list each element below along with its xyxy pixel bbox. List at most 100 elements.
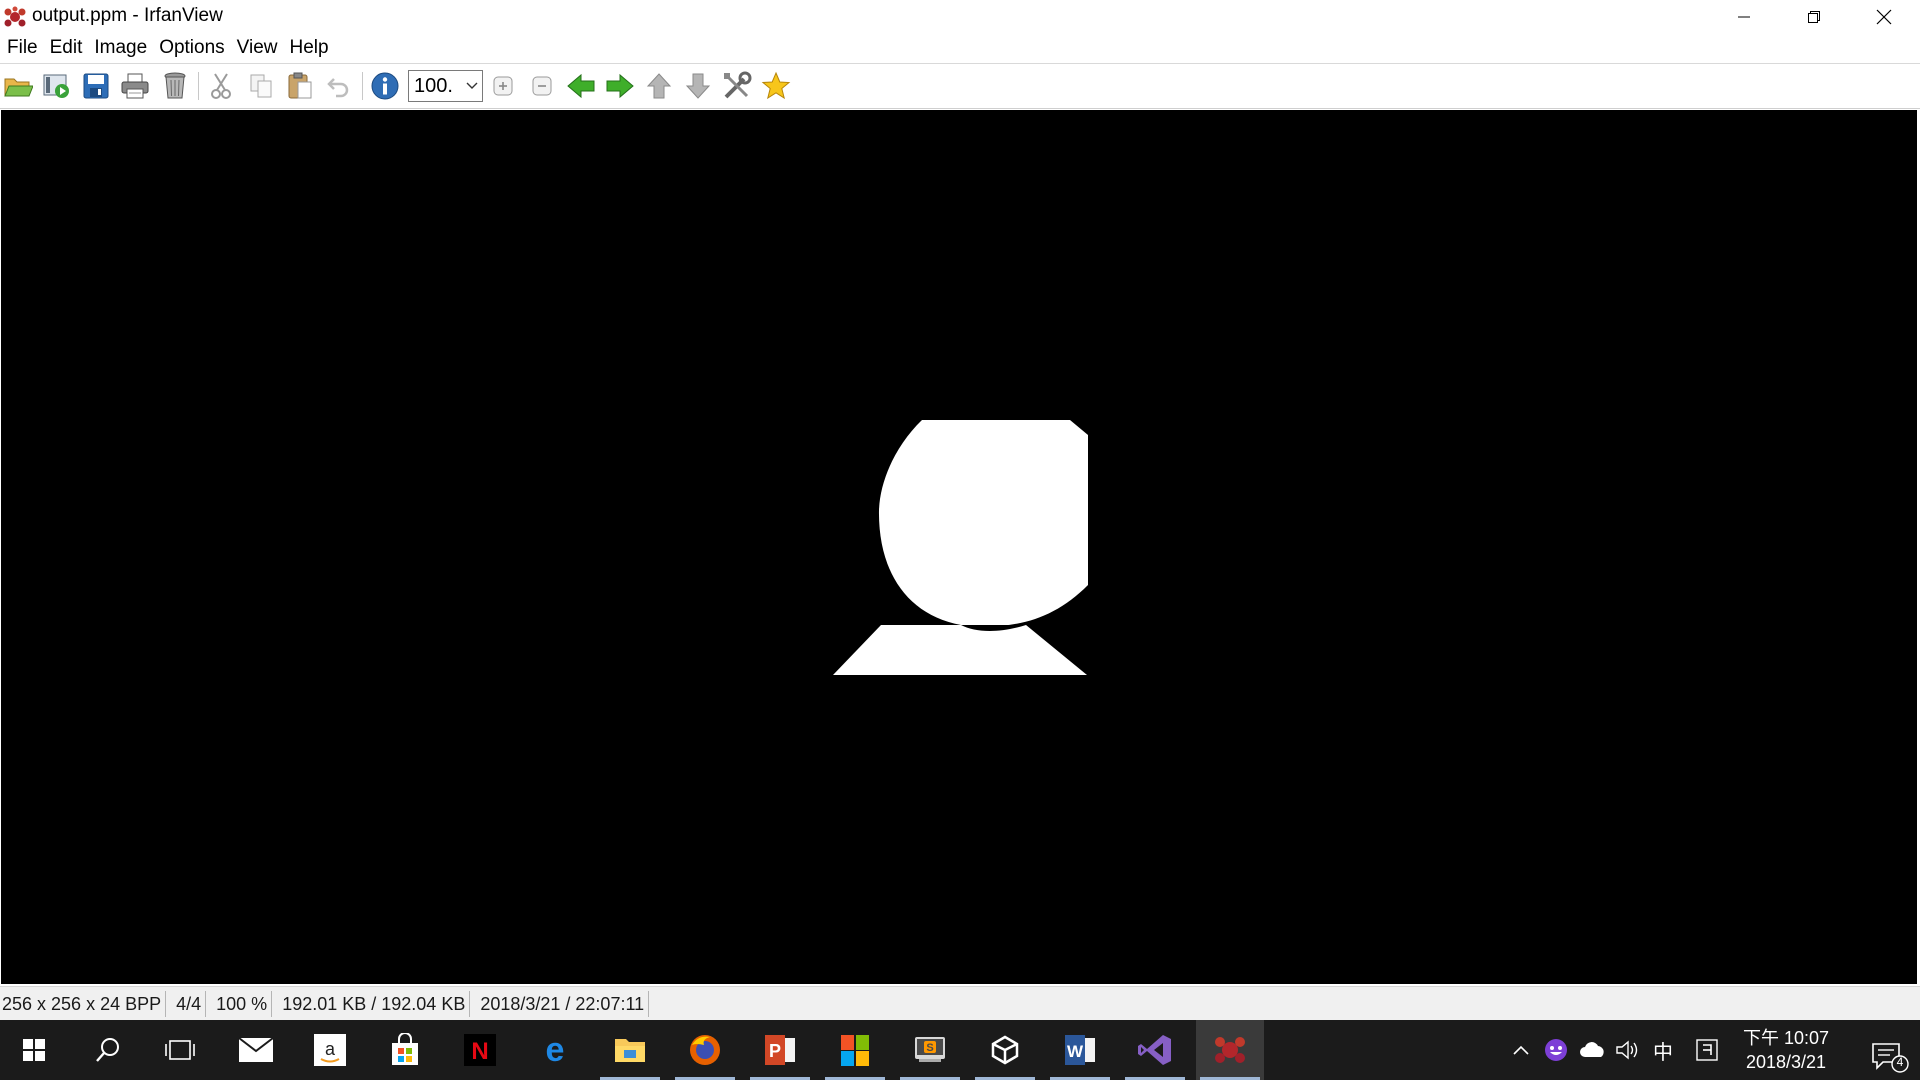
- zoom-out-button[interactable]: [525, 69, 559, 103]
- volume-icon: [1616, 1040, 1638, 1060]
- taskbar-file-explorer[interactable]: [596, 1020, 664, 1080]
- zoom-in-button[interactable]: [486, 69, 520, 103]
- taskbar: a N e P S W 中 下午 10:07 2018/3/21 4: [0, 1020, 1920, 1080]
- clock-time: 下午 10:07: [1742, 1028, 1830, 1048]
- open-button[interactable]: [1, 69, 35, 103]
- taskbar-mail[interactable]: [222, 1020, 290, 1080]
- undo-button[interactable]: [322, 69, 356, 103]
- start-button[interactable]: [0, 1020, 68, 1080]
- zoom-value[interactable]: 100.: [409, 75, 462, 98]
- taskbar-clock[interactable]: 下午 10:07 2018/3/21: [1736, 1026, 1836, 1074]
- tray-onedrive[interactable]: [1576, 1020, 1610, 1080]
- powerpoint-icon: P: [765, 1035, 795, 1065]
- tray-emoji[interactable]: [1541, 1020, 1571, 1080]
- previous-folder-icon: [646, 73, 672, 99]
- status-index: 4/4: [174, 990, 207, 1017]
- firefox-icon: [690, 1035, 720, 1065]
- undo-icon: [327, 78, 349, 98]
- tray-show-hidden[interactable]: [1506, 1020, 1536, 1080]
- task-view-icon: [165, 1040, 195, 1060]
- info-button[interactable]: [368, 69, 402, 103]
- taskbar-store[interactable]: [371, 1020, 439, 1080]
- slideshow-icon: [43, 74, 69, 98]
- store-icon: [392, 1033, 418, 1065]
- paste-button[interactable]: [283, 69, 317, 103]
- taskbar-netflix[interactable]: N: [446, 1020, 514, 1080]
- zoom-in-icon: [493, 76, 513, 96]
- tray-volume[interactable]: [1612, 1020, 1642, 1080]
- minimize-button[interactable]: [1709, 0, 1779, 33]
- taskbar-irfanview[interactable]: [1196, 1020, 1264, 1080]
- toolbar: 100.: [0, 63, 1920, 109]
- previous-folder-button[interactable]: [642, 69, 676, 103]
- status-dimensions: 256 x 256 x 24 BPP: [0, 990, 167, 1017]
- irfanview-icon: [1215, 1037, 1245, 1063]
- next-folder-button[interactable]: [681, 69, 715, 103]
- search-button[interactable]: [74, 1020, 142, 1080]
- tray-ime-mode[interactable]: [1692, 1020, 1722, 1080]
- taskbar-firefox[interactable]: [671, 1020, 739, 1080]
- taskbar-amazon[interactable]: a: [296, 1020, 364, 1080]
- svg-text:N: N: [471, 1038, 488, 1065]
- info-icon: [371, 72, 399, 100]
- word-icon: W: [1065, 1035, 1095, 1065]
- svg-text:W: W: [1067, 1042, 1084, 1061]
- previous-image-button[interactable]: [564, 69, 598, 103]
- save-button[interactable]: [79, 69, 113, 103]
- next-folder-icon: [685, 73, 711, 99]
- copy-button[interactable]: [244, 69, 278, 103]
- previous-icon: [567, 73, 595, 99]
- properties-button[interactable]: [720, 69, 754, 103]
- svg-text:a: a: [325, 1039, 336, 1059]
- task-view-button[interactable]: [146, 1020, 214, 1080]
- zoom-combobox[interactable]: 100.: [408, 70, 483, 102]
- properties-icon: [724, 71, 752, 99]
- emoji-icon: [1545, 1039, 1567, 1061]
- edge-icon: e: [546, 1033, 565, 1067]
- menu-bar: File Edit Image Options View Help: [0, 33, 1920, 63]
- taskbar-powerpoint[interactable]: P: [746, 1020, 814, 1080]
- cut-button[interactable]: [204, 69, 238, 103]
- toolbar-separator: [198, 72, 199, 100]
- zoom-out-icon: [532, 76, 552, 96]
- save-icon: [83, 73, 109, 99]
- favorites-button[interactable]: [759, 69, 793, 103]
- file-explorer-icon: [615, 1039, 645, 1062]
- action-center-button[interactable]: 4: [1870, 1036, 1910, 1076]
- window-title: output.ppm - IrfanView: [32, 5, 223, 26]
- menu-help[interactable]: Help: [284, 36, 335, 60]
- taskbar-sublime-text[interactable]: S: [896, 1020, 964, 1080]
- restore-button[interactable]: [1779, 0, 1849, 33]
- unity-icon: [991, 1035, 1019, 1065]
- print-button[interactable]: [118, 69, 152, 103]
- taskbar-word[interactable]: W: [1046, 1020, 1114, 1080]
- chevron-down-icon[interactable]: [462, 71, 482, 101]
- menu-options[interactable]: Options: [153, 36, 230, 60]
- delete-button[interactable]: [158, 69, 192, 103]
- irfanview-app-icon[interactable]: [3, 6, 27, 28]
- slideshow-button[interactable]: [40, 69, 74, 103]
- menu-view[interactable]: View: [231, 36, 284, 60]
- taskbar-edge[interactable]: e: [521, 1020, 589, 1080]
- tray-ime-chinese[interactable]: 中: [1648, 1020, 1678, 1080]
- close-button[interactable]: [1849, 0, 1919, 33]
- cut-icon: [211, 73, 231, 99]
- copy-icon: [250, 74, 272, 98]
- restore-icon: [1808, 10, 1820, 23]
- taskbar-office[interactable]: [821, 1020, 889, 1080]
- menu-file[interactable]: File: [1, 36, 44, 60]
- rendered-image: [833, 420, 1088, 675]
- menu-image[interactable]: Image: [88, 36, 153, 60]
- next-image-button[interactable]: [603, 69, 637, 103]
- mail-icon: [238, 1037, 274, 1062]
- image-canvas[interactable]: [1, 110, 1917, 984]
- office-icon: [841, 1035, 869, 1066]
- start-icon: [23, 1039, 45, 1061]
- svg-text:P: P: [769, 1041, 781, 1061]
- minimize-icon: [1738, 16, 1750, 17]
- taskbar-visual-studio[interactable]: [1121, 1020, 1189, 1080]
- search-icon: [96, 1038, 119, 1062]
- taskbar-unity[interactable]: [971, 1020, 1039, 1080]
- svg-text:S: S: [926, 1042, 933, 1054]
- menu-edit[interactable]: Edit: [44, 36, 89, 60]
